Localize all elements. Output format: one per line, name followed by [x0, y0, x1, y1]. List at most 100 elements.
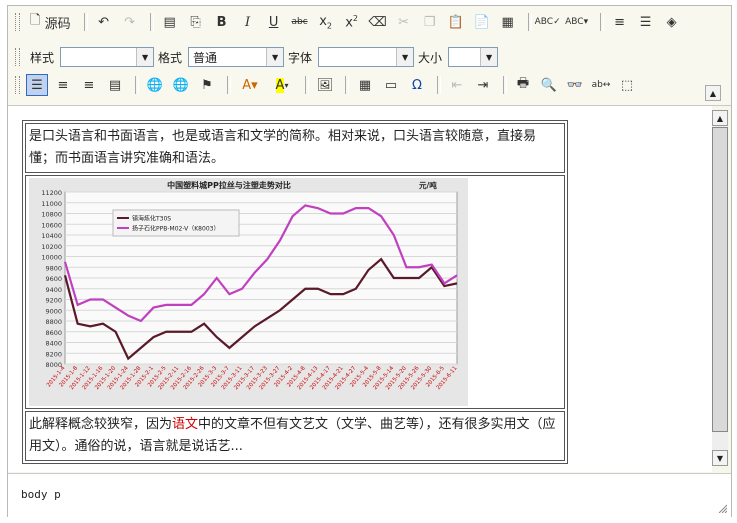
y-tick-label: 10200 [41, 243, 62, 251]
copy-button[interactable]: ❐ [419, 11, 441, 33]
element-path[interactable]: body p [21, 488, 61, 501]
print-preview-button[interactable]: ⎘ [185, 11, 207, 33]
bg-color-button[interactable]: A ▾ [268, 74, 296, 96]
vertical-scrollbar[interactable]: ▲ ▼ [712, 110, 728, 466]
anchor-button[interactable]: ⚑ [196, 74, 218, 96]
replace-button[interactable]: ab↔ [590, 74, 612, 96]
paste-word-button[interactable]: ▦ [497, 11, 519, 33]
separator [149, 13, 154, 31]
align-right-button[interactable]: ≡ [78, 74, 100, 96]
undo-button[interactable]: ↶ [93, 11, 115, 33]
strikethrough-button[interactable]: abc [289, 11, 311, 33]
separator [527, 13, 532, 31]
chart-unit: 元/吨 [419, 180, 437, 190]
y-tick-label: 9800 [45, 264, 62, 272]
horizontal-rule-button[interactable]: ▭ [380, 74, 402, 96]
maximize-button[interactable]: ◈ [661, 11, 683, 33]
subscript-icon: x2 [319, 13, 332, 31]
style-select[interactable]: ▼ [60, 47, 155, 67]
toolbar-row-3: ☰ ≡ ≡ ▤ 🌐 🌐 ⚑ A▾ A ▾ 🖼 ▦ ▭ Ω ⇤ ⇥ 🖶 🔍 👓 ab… [8, 72, 642, 98]
text-color-button[interactable]: A▾ [236, 74, 264, 96]
format-label: 格式 [158, 50, 183, 65]
table-cell-text-2[interactable]: 此解释概念较狭窄，因为语文中的文章不但有文艺文（文学、曲艺等），还有很多实用文（… [25, 411, 565, 461]
toolbar-grip[interactable] [15, 48, 20, 66]
bulleted-list-button[interactable]: ☰ [635, 11, 657, 33]
table-cell-image[interactable]: 8000 8200 8400 8600 8800 9000 9200 9400 9600 9800… [25, 175, 565, 409]
y-tick-label: 9400 [45, 286, 62, 294]
subscript-button[interactable]: x2 [315, 11, 337, 33]
italic-button[interactable]: I [237, 11, 259, 33]
toolbar-grip[interactable] [15, 13, 20, 31]
status-bar: body p [8, 473, 731, 517]
remove-format-button[interactable]: ⌫ [367, 11, 389, 33]
legend-label: 镇海炼化T30S [132, 215, 171, 223]
size-select[interactable]: ▼ [448, 47, 499, 67]
align-center-icon: ≡ [57, 77, 69, 93]
hr-icon: ▭ [384, 77, 398, 93]
print-button[interactable]: 🖶 [512, 74, 534, 96]
indent-button[interactable]: ⇥ [472, 74, 494, 96]
unlink-button[interactable]: 🌐 [170, 74, 192, 96]
select-all-button[interactable]: ⬚ [616, 74, 638, 96]
legend-label: 扬子石化PPB-M02-V（K8003） [132, 225, 219, 233]
collapse-toolbar-button[interactable]: ▲ [705, 85, 721, 101]
cut-button[interactable]: ✂ [393, 11, 415, 33]
table-icon: ▦ [358, 77, 372, 93]
outdent-button[interactable]: ⇤ [446, 74, 468, 96]
table-cell-text-1[interactable]: 是口头语言和书面语言，也是或语言和文学的简称。相对来说，口头语言较随意，直接易懂… [25, 123, 565, 173]
underline-button[interactable]: U [263, 11, 285, 33]
paste-icon: 📋 [447, 14, 464, 30]
chevron-down-icon[interactable]: ▼ [136, 48, 154, 66]
redo-button[interactable]: ↷ [119, 11, 141, 33]
editor-content-area[interactable]: 是口头语言和书面语言，也是或语言和文学的简称。相对来说，口头语言较随意，直接易懂… [8, 106, 712, 472]
select-all-icon: ⬚ [620, 77, 634, 93]
spellcheck-options-button[interactable]: ABC▾ [563, 11, 591, 33]
binoculars-icon: 👓 [566, 77, 584, 93]
bold-button[interactable]: B [211, 11, 233, 33]
preview-button[interactable]: 🔍 [538, 74, 560, 96]
scroll-up-arrow-icon[interactable]: ▲ [712, 110, 728, 126]
indent-icon: ⇥ [477, 77, 489, 93]
chevron-down-icon[interactable]: ▼ [266, 48, 284, 66]
format-value: 普通 [193, 50, 218, 65]
scroll-thumb[interactable] [712, 127, 728, 432]
print-icon: 🖶 [516, 76, 530, 91]
size-label: 大小 [418, 50, 443, 65]
align-left-icon: ☰ [31, 77, 43, 93]
y-tick-label: 8800 [45, 318, 62, 326]
format-select[interactable]: 普通 ▼ [188, 47, 285, 67]
font-select[interactable]: ▼ [318, 47, 415, 67]
justify-button[interactable]: ▤ [104, 74, 126, 96]
outdent-icon: ⇤ [451, 77, 463, 93]
special-char-button[interactable]: Ω [406, 74, 428, 96]
paste-text-button[interactable]: 📄 [471, 11, 493, 33]
chevron-down-icon[interactable]: ▼ [396, 48, 414, 66]
separator [437, 76, 441, 94]
resize-grip-icon[interactable] [717, 503, 727, 513]
chevron-down-icon[interactable]: ▼ [480, 48, 498, 66]
chart-title: 中国塑料城PP拉丝与注塑走势对比 [167, 180, 291, 190]
omega-icon: Ω [412, 77, 422, 93]
numbered-list-button[interactable]: ≡ [609, 11, 631, 33]
price-chart-image[interactable]: 8000820084008600880090009200940096009800… [29, 178, 468, 406]
link-button[interactable]: 🌐 [144, 74, 166, 96]
align-center-button[interactable]: ≡ [52, 74, 74, 96]
spellcheck-button[interactable]: ABC✓ [535, 11, 561, 33]
align-left-button[interactable]: ☰ [26, 74, 48, 96]
source-button[interactable]: 🗋 源码 [26, 11, 75, 33]
chevron-down-icon: ▾ [284, 80, 289, 90]
find-button[interactable]: 👓 [564, 74, 586, 96]
superscript-button[interactable]: x2 [341, 11, 363, 33]
scroll-down-arrow-icon[interactable]: ▼ [712, 450, 728, 466]
toolbar-grip[interactable] [15, 76, 20, 94]
table-button[interactable]: ▦ [354, 74, 376, 96]
paragraph-2-text: 此解释概念较狭窄，因为 [29, 417, 173, 432]
paste-button[interactable]: 📋 [445, 11, 467, 33]
separator [345, 76, 349, 94]
image-button[interactable]: 🖼 [314, 74, 336, 96]
page-break-button[interactable]: ▤ [159, 11, 181, 33]
toolbar-row-2: 样式 ▼ 格式 普通 ▼ 字体 ▼ 大小 ▼ [8, 44, 499, 70]
yuwen-link[interactable]: 语文 [172, 417, 198, 432]
copy-icon: ❐ [423, 14, 436, 30]
table-row: 此解释概念较狭窄，因为语文中的文章不但有文艺文（文学、曲艺等），还有很多实用文（… [25, 411, 565, 461]
